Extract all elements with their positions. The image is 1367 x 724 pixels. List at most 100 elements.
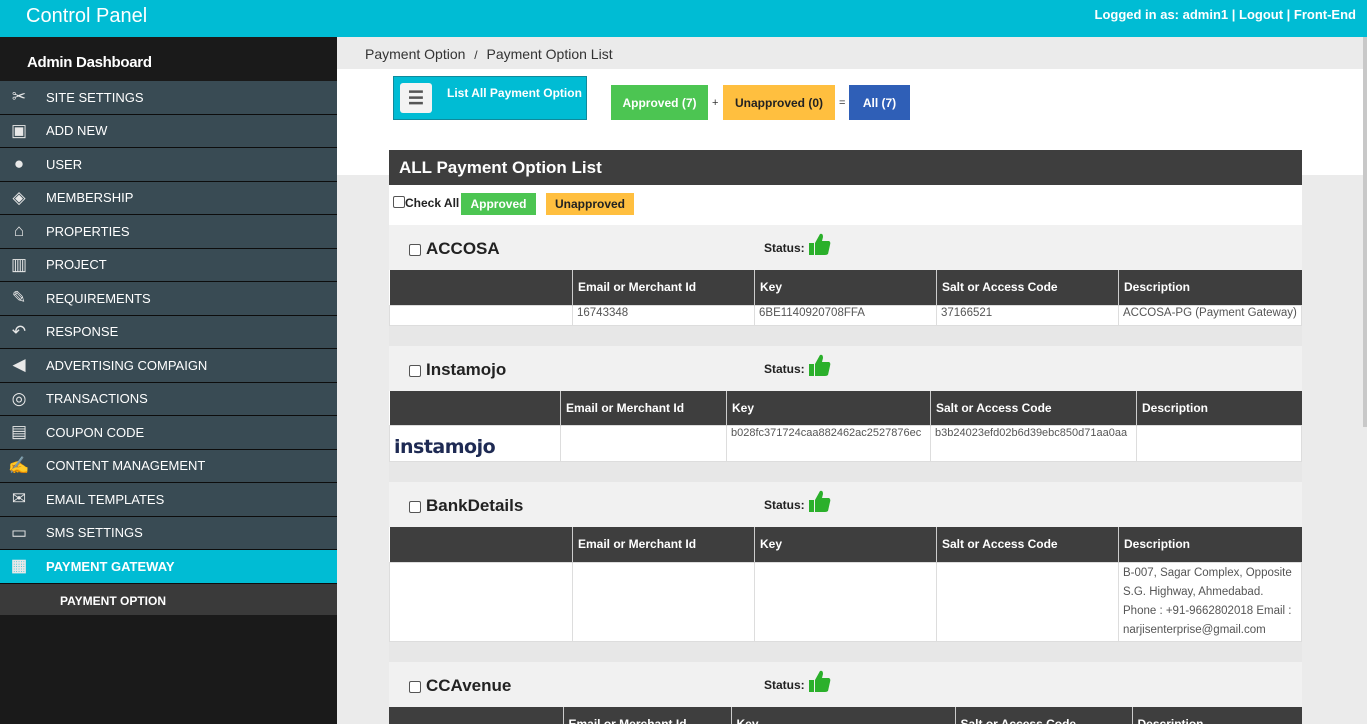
sidebar-item-user[interactable]: ● USER	[0, 148, 337, 182]
option-header: Instamojo Status:	[389, 345, 1302, 391]
breadcrumb-separator: /	[474, 48, 478, 62]
home-icon: ⌂	[13, 221, 25, 241]
status-label: Status:	[764, 677, 805, 692]
description-column-header: Description	[1118, 527, 1302, 562]
bulk-approve-button[interactable]: Approved	[461, 193, 536, 215]
sidebar-subitem-payment-option[interactable]: PAYMENT OPTION	[0, 583, 337, 615]
list-all-button[interactable]: ☰ List All Payment Option	[393, 76, 587, 120]
sidebar-item-properties[interactable]: ⌂ PROPERTIES	[0, 215, 337, 249]
thumbs-up-icon[interactable]	[809, 489, 831, 513]
equals-sign: =	[839, 97, 846, 109]
add-building-icon: ▣	[10, 120, 28, 140]
sidebar-item-project[interactable]: ▥ PROJECT	[0, 248, 337, 282]
thumbs-up-icon[interactable]	[809, 232, 831, 256]
description-column-header: Description	[1118, 270, 1302, 305]
unapproved-filter-button[interactable]: Unapproved (0)	[723, 85, 835, 120]
salt-column-header: Salt or Access Code	[936, 527, 1119, 562]
option-name: Instamojo	[426, 359, 507, 379]
option-checkbox[interactable]	[409, 680, 421, 693]
key-column-header: Key	[731, 706, 956, 724]
list-all-label: List All Payment Option	[447, 86, 582, 100]
bulk-unapprove-button[interactable]: Unapproved	[546, 193, 634, 215]
panel-title: ALL Payment Option List	[389, 150, 1302, 185]
option-checkbox[interactable]	[409, 501, 421, 513]
option-table: Email or Merchant Id Key Salt or Access …	[389, 270, 1302, 326]
key-cell: 6BE1140920708FFA	[754, 304, 937, 326]
option-checkbox[interactable]	[409, 244, 421, 256]
check-all-checkbox[interactable]	[393, 196, 405, 208]
app-title: Control Panel	[26, 5, 148, 27]
card-icon: ◈	[12, 187, 26, 207]
option-table: Email or Merchant Id Key Salt or Access …	[389, 390, 1302, 462]
logo-column-header	[389, 270, 573, 305]
main-content: Payment Option / Payment Option List ☰ L…	[337, 37, 1367, 724]
merchant-column-header: Email or Merchant Id	[572, 270, 755, 305]
description-column-header: Description	[1132, 706, 1302, 724]
sidebar-item-response[interactable]: ↶ RESPONSE	[0, 315, 337, 349]
thumbs-up-icon[interactable]	[809, 353, 831, 377]
merchant-cell: 16743348	[572, 304, 755, 326]
reply-icon: ↶	[11, 321, 27, 341]
approved-filter-button[interactable]: Approved (7)	[611, 85, 708, 120]
user-links[interactable]: Logged in as: admin1 | Logout | Front-En…	[1095, 7, 1356, 22]
list-icon: ☰	[400, 83, 432, 113]
salt-column-header: Salt or Access Code	[930, 390, 1137, 426]
key-column-header: Key	[754, 270, 937, 305]
bulk-actions-bar: Check All Approved Unapproved	[389, 185, 1302, 225]
salt-cell	[936, 561, 1119, 642]
sidebar-item-payment-gateway[interactable]: ▦ PAYMENT GATEWAY	[0, 550, 337, 584]
breadcrumb-current: Payment Option List	[486, 46, 613, 62]
sidebar-item-label: ADVERTISING COMPAIGN	[46, 357, 208, 373]
sidebar-item-sms-settings[interactable]: ▭ SMS SETTINGS	[0, 516, 337, 550]
sidebar-item-advertising[interactable]: ◀ ADVERTISING COMPAIGN	[0, 349, 337, 383]
key-cell: b028fc371724caa882462ac2527876ec	[726, 425, 931, 462]
sidebar-item-add-new[interactable]: ▣ ADD NEW	[0, 114, 337, 148]
logo-cell	[389, 304, 573, 326]
merchant-column-header: Email or Merchant Id	[560, 390, 727, 426]
breadcrumb-parent[interactable]: Payment Option	[365, 46, 465, 62]
sidebar-item-membership[interactable]: ◈ MEMBERSHIP	[0, 181, 337, 215]
merchant-cell	[560, 425, 727, 462]
buildings-icon: ▥	[10, 254, 28, 274]
breadcrumb: Payment Option / Payment Option List	[365, 46, 613, 62]
option-header: BankDetails Status:	[389, 482, 1302, 527]
sidebar-heading: Admin Dashboard	[0, 37, 337, 81]
sidebar-item-email-templates[interactable]: ✉ EMAIL TEMPLATES	[0, 483, 337, 517]
sidebar-item-label: MEMBERSHIP	[46, 190, 134, 206]
sidebar-item-label: RESPONSE	[46, 324, 119, 340]
page-scrollbar[interactable]	[1363, 37, 1367, 427]
sidebar-item-label: ADD NEW	[46, 123, 108, 139]
sidebar: Admin Dashboard ✂ SITE SETTINGS ▣ ADD NE…	[0, 37, 337, 724]
user-icon: ●	[13, 154, 25, 174]
key-cell	[754, 561, 937, 642]
all-filter-button[interactable]: All (7)	[849, 85, 910, 120]
description-cell	[1136, 425, 1302, 462]
option-checkbox[interactable]	[409, 364, 421, 377]
description-column-header: Description	[1136, 390, 1302, 426]
logo-column-header	[389, 527, 573, 562]
sidebar-item-transactions[interactable]: ◎ TRANSACTIONS	[0, 382, 337, 416]
description-cell: B-007, Sagar Complex, Opposite S.G. High…	[1118, 561, 1302, 642]
sidebar-item-requirements[interactable]: ✎ REQUIREMENTS	[0, 282, 337, 316]
status-label: Status:	[764, 361, 805, 376]
option-table: Email or Merchant Id Key Salt or Access …	[389, 527, 1302, 642]
sidebar-item-label: COUPON CODE	[46, 424, 145, 440]
coupon-icon: ▤	[10, 422, 28, 442]
salt-column-header: Salt or Access Code	[936, 270, 1119, 305]
sidebar-item-label: REQUIREMENTS	[46, 290, 151, 306]
option-header: ACCOSA Status:	[389, 225, 1302, 270]
description-cell: ACCOSA-PG (Payment Gateway)	[1118, 304, 1302, 326]
thumbs-up-icon[interactable]	[809, 669, 831, 693]
payment-option-ccavenue: CCAvenue Status: Email or Merchant Id Ke…	[389, 661, 1302, 724]
payment-option-bankdetails: BankDetails Status: Email or Merchant Id…	[389, 482, 1302, 642]
spacer	[389, 641, 1302, 662]
spacer	[389, 462, 1302, 482]
sidebar-item-site-settings[interactable]: ✂ SITE SETTINGS	[0, 81, 337, 115]
sidebar-item-coupon-code[interactable]: ▤ COUPON CODE	[0, 416, 337, 450]
payment-option-accosa: ACCOSA Status: Email or Merchant Id Key …	[389, 225, 1302, 326]
merchant-cell	[572, 561, 755, 642]
sidebar-item-content-management[interactable]: ✍ CONTENT MANAGEMENT	[0, 449, 337, 483]
key-column-header: Key	[754, 527, 937, 562]
status-label: Status:	[764, 241, 805, 255]
transactions-icon: ◎	[11, 388, 27, 408]
